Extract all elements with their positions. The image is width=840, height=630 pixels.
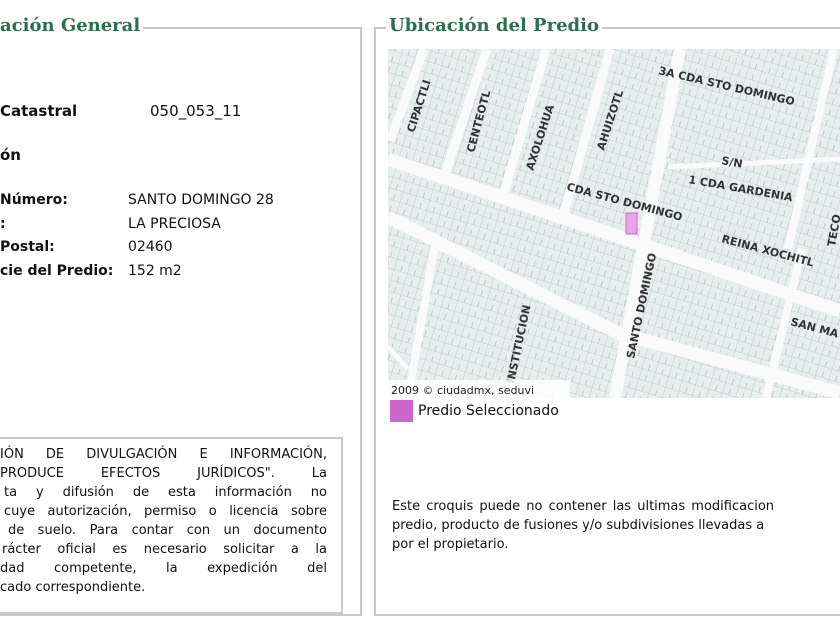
informacion-general-legend: ación General	[0, 15, 144, 36]
map-copyright: 2009 © ciudadmx, seduvi	[391, 384, 534, 397]
map-note-line: Este croquis puede no contener las ultim…	[392, 499, 775, 514]
legend-swatch	[390, 400, 413, 422]
legend-label: Predio Seleccionado	[418, 403, 559, 419]
cuenta-catastral-value: 050_053_11	[150, 102, 242, 120]
selected-lot-highlight[interactable]	[625, 212, 638, 235]
location-map[interactable]: CIPACTLI CENTEOTL AXOLOHUA AHUIZOTL 3A C…	[388, 49, 840, 398]
map-note-line: por el propietario.	[392, 537, 509, 552]
disclaimer-line: dad competente, la expedición del	[0, 561, 327, 576]
disclaimer-line: cuye autorización, permiso o licencia so…	[4, 504, 327, 519]
disclaimer-line: ta y difusión de esta información no	[4, 485, 327, 500]
colonia-label: :	[0, 216, 6, 232]
map-note-line: predio, producto de fusiones y/o subdivi…	[392, 518, 765, 533]
calle-numero-label: Número:	[0, 192, 68, 208]
codigo-postal-value: 02460	[128, 239, 173, 255]
superficie-label: cie del Predio:	[0, 263, 114, 279]
disclaimer-line: PRODUCE EFECTOS JURÍDICOS". La	[0, 466, 327, 481]
ubicacion-heading: ón	[0, 146, 21, 164]
map-svg: CIPACTLI CENTEOTL AXOLOHUA AHUIZOTL 3A C…	[388, 49, 840, 398]
calle-numero-value: SANTO DOMINGO 28	[128, 192, 274, 208]
codigo-postal-label: Postal:	[0, 239, 55, 255]
ubicacion-predio-legend: Ubicación del Predio	[386, 15, 602, 36]
disclaimer-line: cado correspondiente.	[0, 580, 146, 595]
colonia-value: LA PRECIOSA	[128, 216, 221, 232]
disclaimer-line: de suelo. Para contar con un documento	[8, 523, 327, 538]
disclaimer-line: IÓN DE DIVULGACIÓN E INFORMACIÓN,	[0, 447, 327, 462]
disclaimer-box: IÓN DE DIVULGACIÓN E INFORMACIÓN, PRODUC…	[0, 437, 343, 614]
cuenta-catastral-label: Catastral	[0, 102, 78, 120]
superficie-value: 152 m2	[128, 263, 182, 279]
disclaimer-line: rácter oficial es necesario solicitar a …	[2, 542, 327, 557]
